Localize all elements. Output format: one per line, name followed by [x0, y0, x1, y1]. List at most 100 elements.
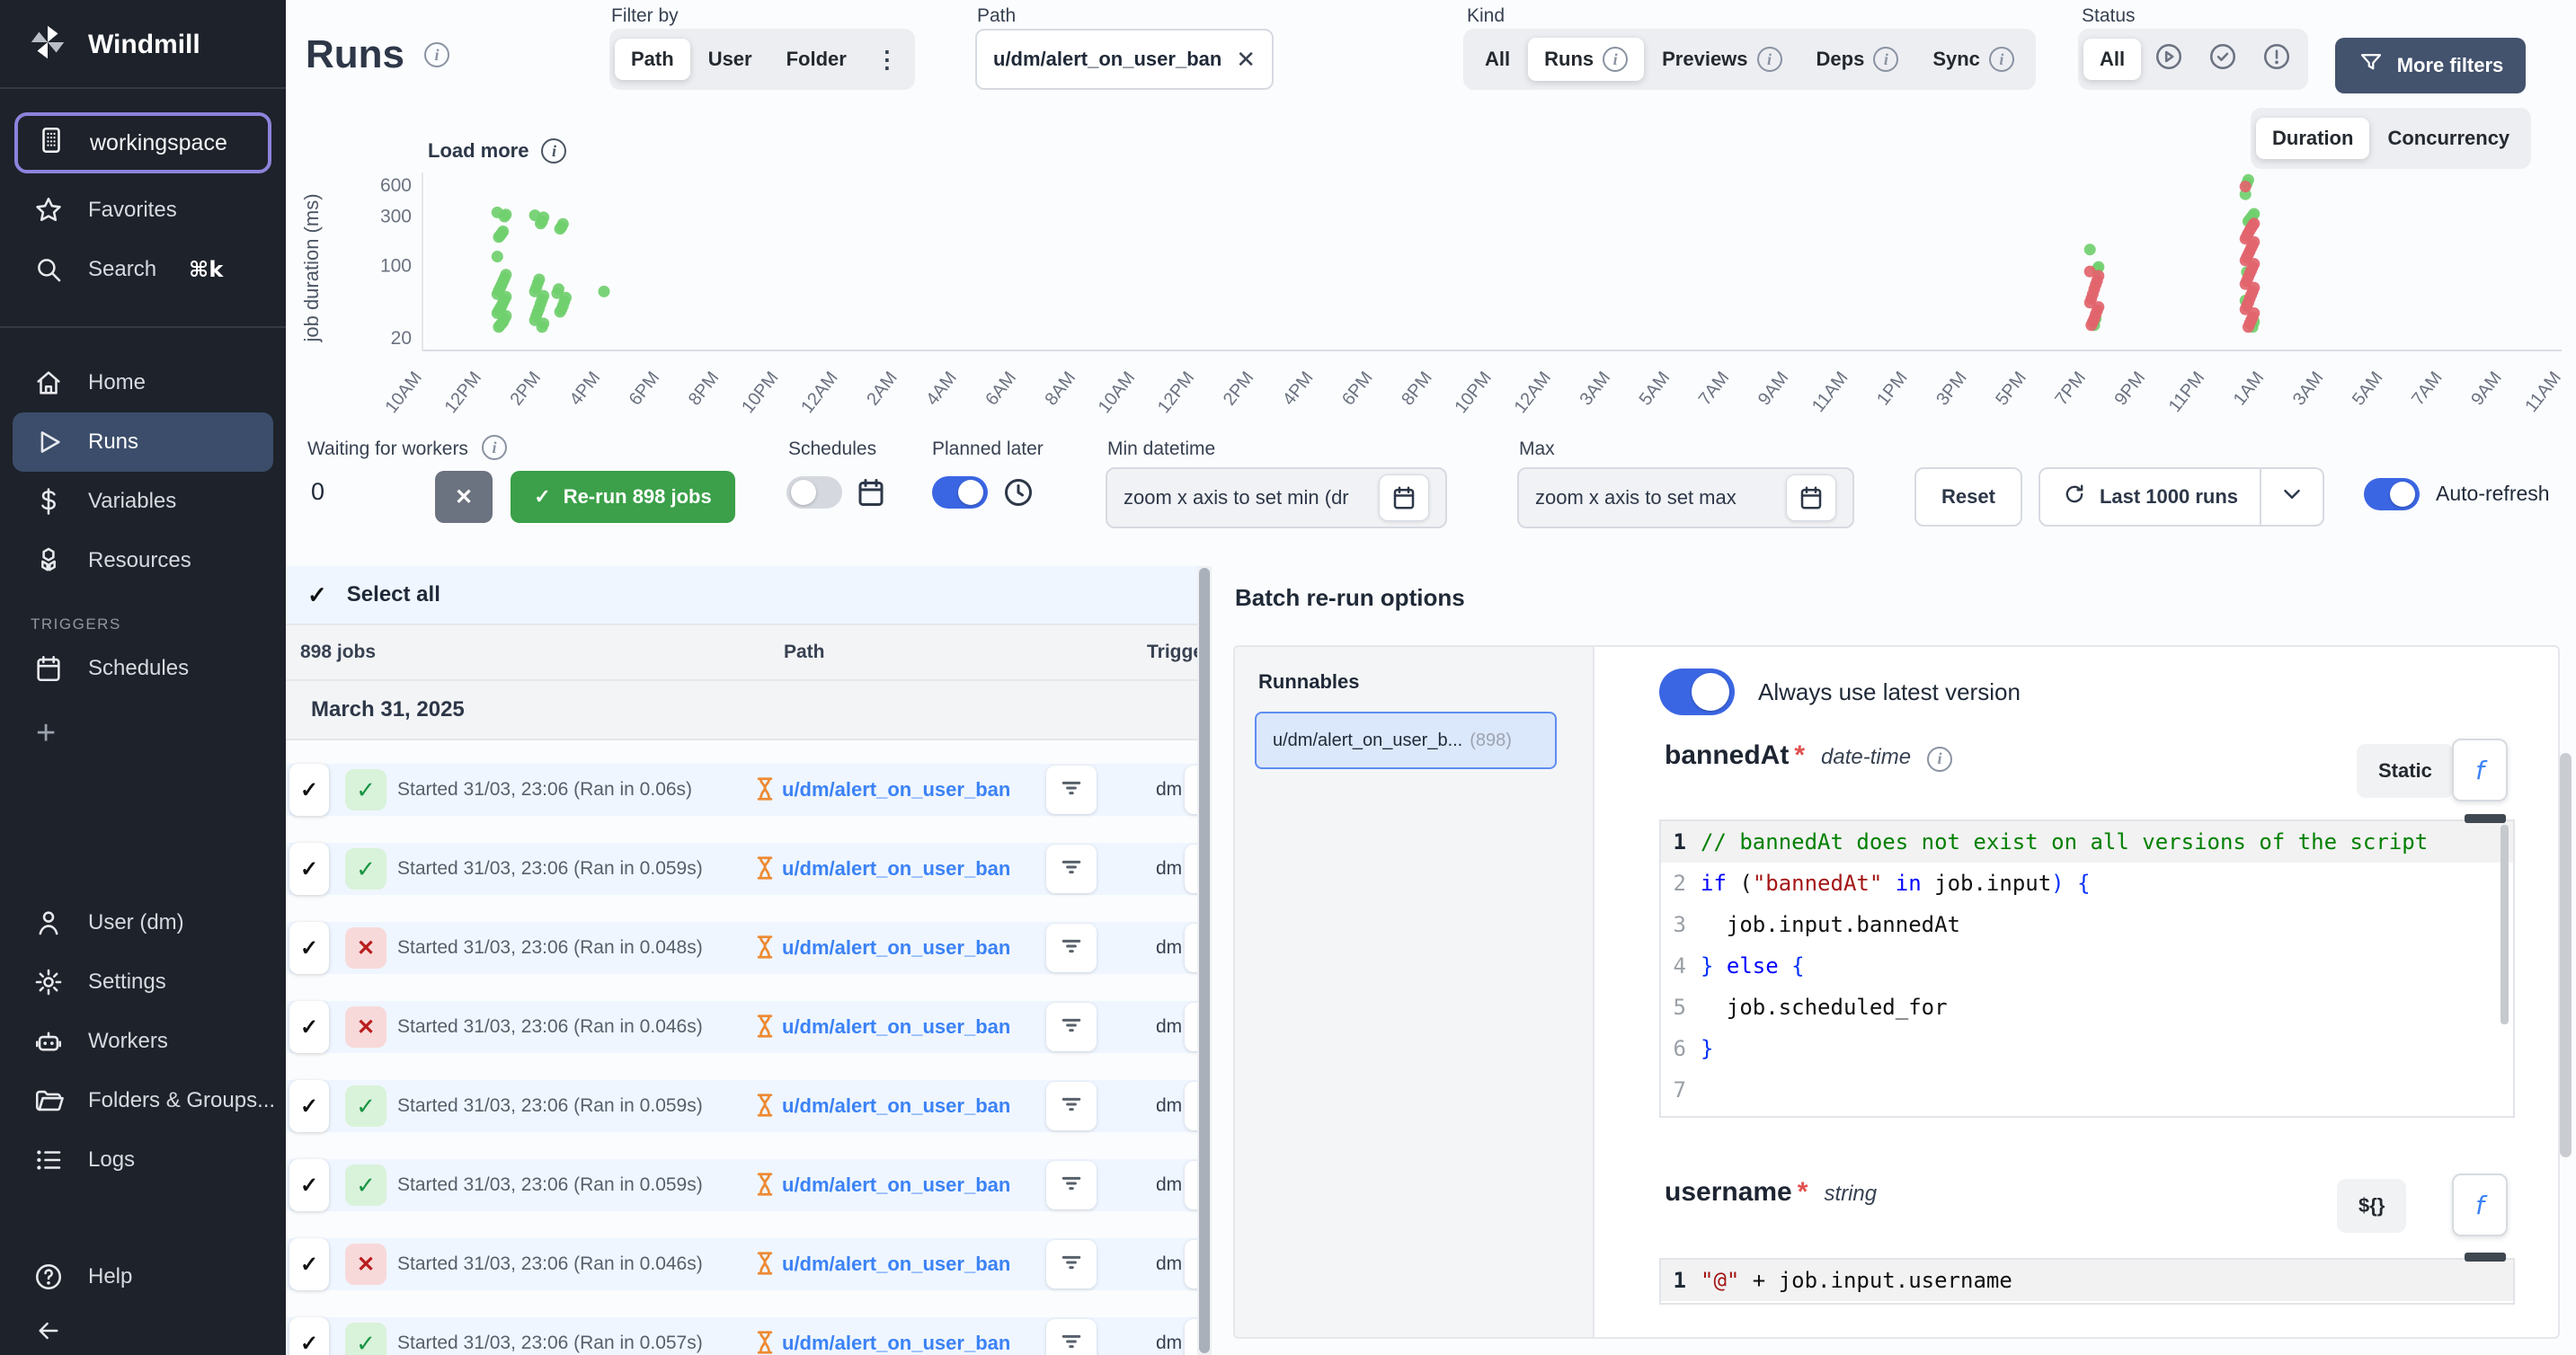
add-trigger-button[interactable]: + — [0, 698, 286, 753]
row-checkbox[interactable]: ✓ — [289, 1238, 329, 1290]
filter-by-option-folder[interactable]: Folder — [770, 39, 863, 80]
sidebar-item-workers[interactable]: Workers — [0, 1012, 286, 1071]
job-path-link[interactable]: u/dm/alert_on_user_ban — [782, 843, 1010, 895]
more-filters-button[interactable]: More filters — [2335, 38, 2526, 93]
min-datetime-input[interactable]: zoom x axis to set min (dr — [1106, 467, 1447, 528]
last-runs-button[interactable]: Last 1000 runs — [2039, 467, 2261, 527]
kind-option-previews[interactable]: Previewsi — [1646, 38, 1798, 81]
max-datetime-input[interactable]: zoom x axis to set max — [1517, 467, 1854, 528]
last-runs-dropdown[interactable] — [2261, 467, 2324, 527]
filter-by-option-path[interactable]: Path — [615, 39, 690, 80]
reset-button[interactable]: Reset — [1914, 467, 2022, 527]
code-line[interactable]: 4} else { — [1661, 945, 2513, 987]
code-line[interactable]: 3 job.input.bannedAt — [1661, 904, 2513, 945]
sidebar-item-logs[interactable]: Logs — [0, 1130, 286, 1190]
filter-by-path-button[interactable] — [1046, 1319, 1097, 1355]
select-all-bar[interactable]: ✓ Select all — [286, 566, 1197, 624]
job-row[interactable]: ✓✕Started 31/03, 23:06 (Ran in 0.048s)u/… — [286, 922, 1197, 974]
clear-path-icon[interactable]: ✕ — [1236, 46, 1256, 74]
job-path-link[interactable]: u/dm/alert_on_user_ban — [782, 922, 1010, 974]
auto-refresh-toggle[interactable] — [2364, 478, 2420, 510]
cancel-selection-button[interactable]: ✕ — [435, 471, 493, 523]
max-calendar-button[interactable] — [1786, 474, 1836, 521]
username-code-editor[interactable]: 1"@" + job.input.username — [1659, 1258, 2515, 1305]
runnable-item[interactable]: u/dm/alert_on_user_b... (898) — [1255, 712, 1557, 769]
sidebar-item-user-dm[interactable]: User (dm) — [0, 893, 286, 952]
filter-by-option-user[interactable]: User — [692, 39, 768, 80]
filter-by-path-button[interactable] — [1046, 924, 1097, 972]
filter-by-path-button[interactable] — [1046, 1240, 1097, 1289]
row-checkbox[interactable]: ✓ — [289, 764, 329, 816]
job-row[interactable]: ✓✓Started 31/03, 23:06 (Ran in 0.06s)u/d… — [286, 764, 1197, 816]
job-row[interactable]: ✓✕Started 31/03, 23:06 (Ran in 0.046s)u/… — [286, 1001, 1197, 1053]
sidebar-item-home[interactable]: Home — [0, 353, 286, 412]
status-option-success[interactable] — [2197, 32, 2249, 86]
duration-scatter-chart[interactable]: job duration (ms)6003001002010AM12PM2PM4… — [286, 133, 2576, 449]
sidebar-item-settings[interactable]: Settings — [0, 952, 286, 1012]
collapse-sidebar-button[interactable] — [0, 1306, 286, 1355]
code-line[interactable]: 2if ("bannedAt" in job.input) { — [1661, 863, 2513, 904]
job-path-link[interactable]: u/dm/alert_on_user_ban — [782, 764, 1010, 816]
filter-by-path-button[interactable] — [1046, 845, 1097, 893]
bannedat-code-editor[interactable]: 1// bannedAt does not exist on all versi… — [1659, 819, 2515, 1118]
code-line[interactable]: 1// bannedAt does not exist on all versi… — [1661, 821, 2513, 863]
username-mode-chip[interactable]: ${} — [2337, 1179, 2406, 1233]
job-path-link[interactable]: u/dm/alert_on_user_ban — [782, 1080, 1010, 1132]
code-line[interactable]: 7 — [1661, 1069, 2513, 1111]
latest-version-toggle[interactable] — [1659, 669, 1735, 715]
filter-by-path-button[interactable] — [1046, 1003, 1097, 1051]
schedules-toggle[interactable] — [786, 476, 842, 509]
job-path-link[interactable]: u/dm/alert_on_user_ban — [782, 1238, 1010, 1290]
filter-by-path-button[interactable] — [1046, 1161, 1097, 1209]
row-checkbox[interactable]: ✓ — [289, 843, 329, 895]
status-option-failure[interactable] — [2251, 32, 2303, 86]
code-line[interactable]: 5 job.scheduled_for — [1661, 987, 2513, 1028]
sidebar-item-favorites[interactable]: Favorites — [0, 181, 286, 240]
runs-info-icon[interactable]: i — [424, 42, 449, 67]
sidebar-item-variables[interactable]: Variables — [0, 472, 286, 531]
job-path-link[interactable]: u/dm/alert_on_user_ban — [782, 1159, 1010, 1211]
kind-option-deps[interactable]: Depsi — [1800, 38, 1915, 81]
select-all-checkbox[interactable]: ✓ — [307, 581, 327, 609]
job-row[interactable]: ✓✓Started 31/03, 23:06 (Ran in 0.059s)u/… — [286, 1080, 1197, 1132]
job-row[interactable]: ✓✕Started 31/03, 23:06 (Ran in 0.046s)u/… — [286, 1238, 1197, 1290]
code-line[interactable]: 6} — [1661, 1028, 2513, 1069]
kind-option-sync[interactable]: Synci — [1916, 38, 2030, 81]
sidebar-item-search[interactable]: Search⌘k — [0, 240, 286, 299]
bannedat-function-icon[interactable]: f — [2452, 739, 2508, 801]
code-line[interactable]: 1"@" + job.input.username — [1661, 1260, 2513, 1301]
app-logo[interactable]: Windmill — [0, 0, 286, 87]
kind-option-runs[interactable]: Runsi — [1528, 38, 1644, 81]
batch-panel-scrollbar[interactable] — [2560, 753, 2572, 1157]
rerun-jobs-button[interactable]: ✓ Re-run 898 jobs — [511, 471, 735, 523]
filter-by-path-button[interactable] — [1046, 766, 1097, 814]
editor-hscroll-thumb[interactable] — [2465, 814, 2506, 823]
row-checkbox[interactable]: ✓ — [289, 1317, 329, 1355]
username-function-icon[interactable]: f — [2452, 1173, 2508, 1236]
bannedat-mode-chip[interactable]: Static — [2357, 744, 2454, 798]
job-row[interactable]: ✓✓Started 31/03, 23:06 (Ran in 0.059s)u/… — [286, 1159, 1197, 1211]
filter-by-path-button[interactable] — [1046, 1082, 1097, 1130]
sidebar-item-resources[interactable]: Resources — [0, 531, 286, 590]
row-checkbox[interactable]: ✓ — [289, 1159, 329, 1211]
filter-by-more-menu[interactable]: ⋮ — [865, 37, 910, 83]
status-option-all[interactable]: All — [2083, 39, 2141, 80]
job-row[interactable]: ✓✓Started 31/03, 23:06 (Ran in 0.057s)u/… — [286, 1317, 1197, 1355]
job-path-link[interactable]: u/dm/alert_on_user_ban — [782, 1001, 1010, 1053]
row-checkbox[interactable]: ✓ — [289, 1001, 329, 1053]
job-path-link[interactable]: u/dm/alert_on_user_ban — [782, 1317, 1010, 1355]
editor-hscroll-thumb[interactable] — [2465, 1253, 2506, 1262]
list-scrollbar[interactable] — [1197, 566, 1212, 1355]
job-row[interactable]: ✓✓Started 31/03, 23:06 (Ran in 0.059s)u/… — [286, 843, 1197, 895]
sidebar-item-help[interactable]: Help — [0, 1247, 286, 1306]
status-option-running[interactable] — [2143, 32, 2195, 86]
sidebar-item-runs[interactable]: Runs — [13, 412, 273, 472]
workspace-selector[interactable]: workingspace — [14, 112, 271, 173]
row-checkbox[interactable]: ✓ — [289, 1080, 329, 1132]
planned-later-toggle[interactable] — [932, 476, 988, 509]
min-calendar-button[interactable] — [1379, 474, 1429, 521]
sidebar-item-schedules[interactable]: Schedules — [0, 639, 286, 698]
editor-vscroll-thumb[interactable] — [2500, 825, 2509, 1024]
row-checkbox[interactable]: ✓ — [289, 922, 329, 974]
sidebar-item-folders-groups[interactable]: Folders & Groups... — [0, 1071, 286, 1130]
